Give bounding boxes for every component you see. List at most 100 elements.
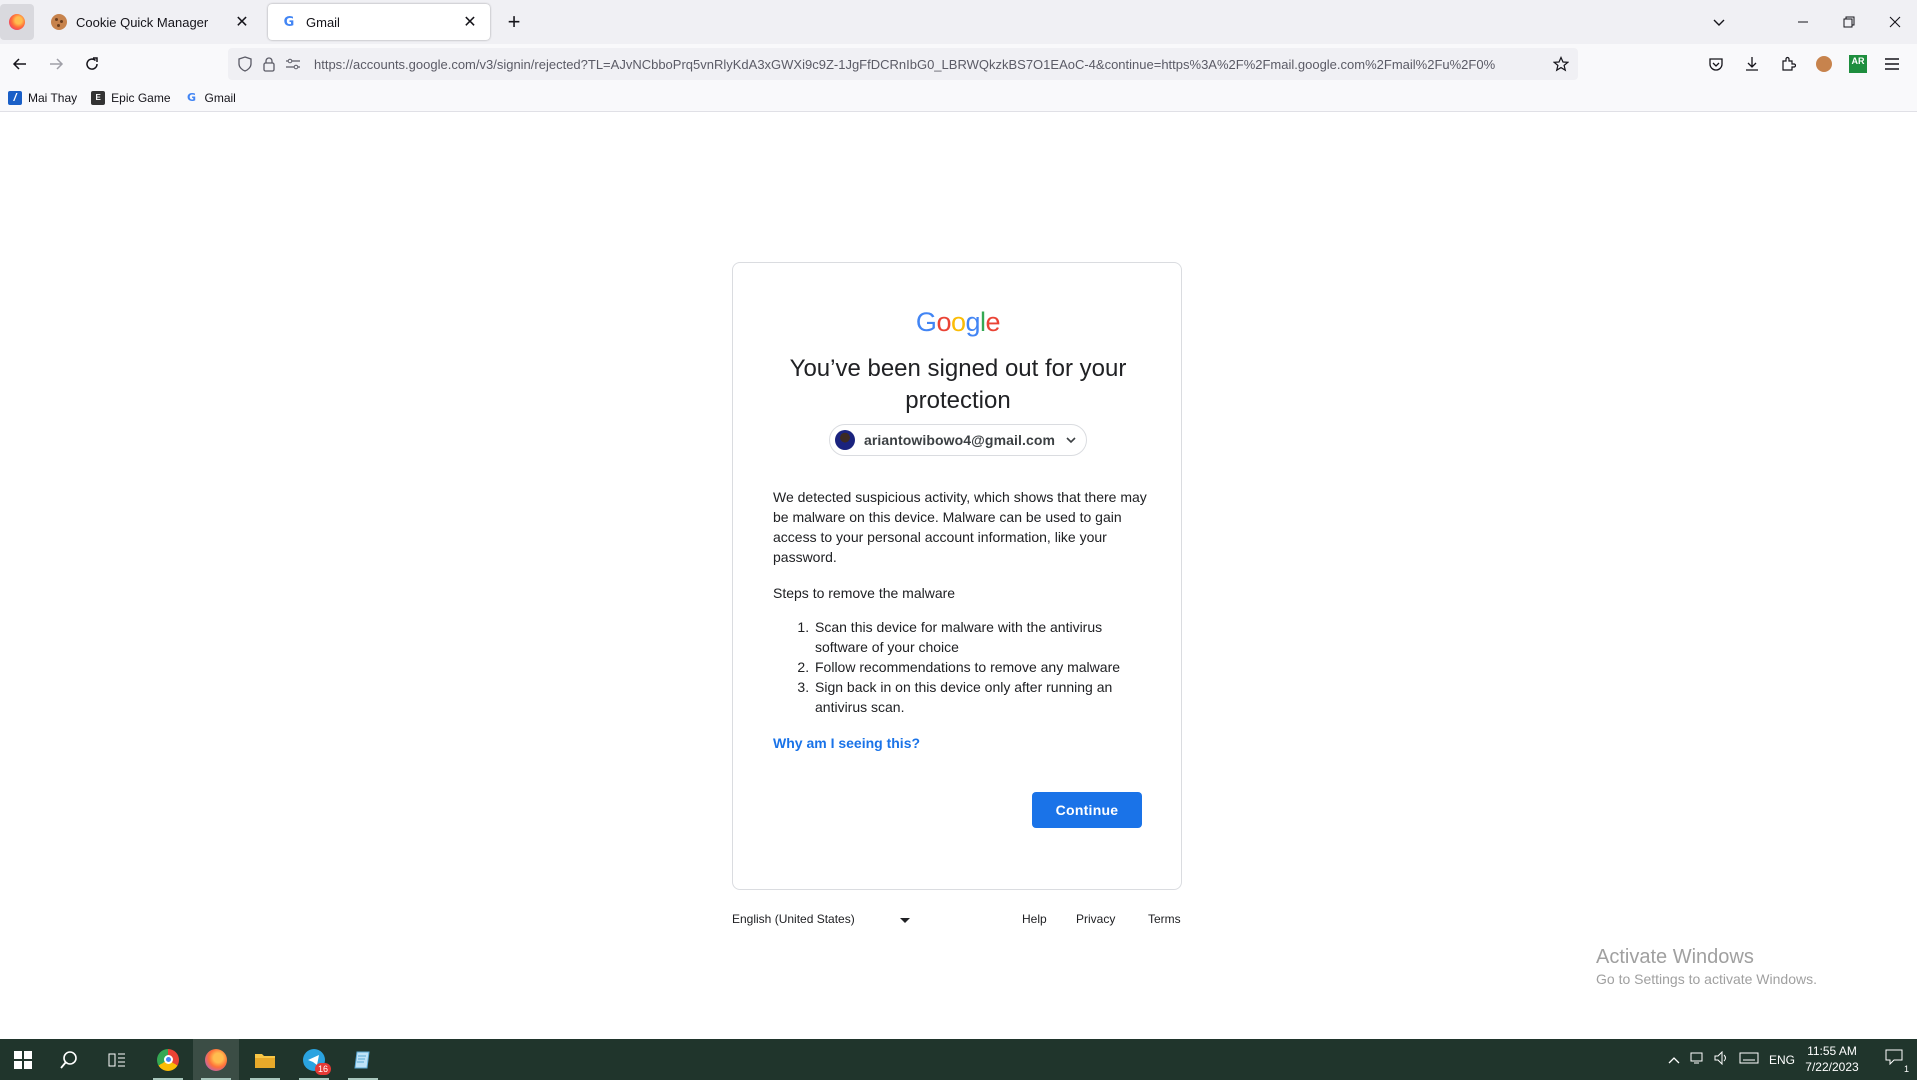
why-am-i-seeing-this-link[interactable]: Why am I seeing this?	[773, 735, 920, 751]
warning-paragraph: We detected suspicious activity, which s…	[773, 489, 1147, 565]
help-link[interactable]: Help	[1022, 912, 1047, 926]
notification-badge: 16	[314, 1062, 331, 1075]
action-center-button[interactable]: 1	[1871, 1039, 1917, 1080]
bookmark-epic-game[interactable]: E Epic Game	[91, 90, 171, 105]
chevron-down-icon	[1713, 19, 1725, 26]
extensions-button[interactable]	[1776, 52, 1800, 76]
firefox-icon	[9, 14, 25, 30]
account-chooser[interactable]: ariantowibowo4@gmail.com	[829, 424, 1087, 456]
new-tab-button[interactable]: +	[500, 8, 528, 36]
chrome-icon	[157, 1048, 179, 1071]
steps-heading: Steps to remove the malware	[773, 585, 956, 601]
privacy-link[interactable]: Privacy	[1076, 912, 1115, 926]
search-button[interactable]	[46, 1039, 92, 1080]
folder-icon	[255, 1053, 275, 1068]
url-bar[interactable]: https://accounts.google.com/v3/signin/re…	[228, 48, 1578, 80]
tab-gmail[interactable]: G Gmail ✕	[268, 4, 490, 40]
minimize-icon	[1798, 21, 1808, 23]
tab-title: Gmail	[306, 14, 340, 30]
windows-icon	[14, 1050, 32, 1069]
ar-extension-button[interactable]: AR	[1846, 52, 1870, 76]
bookmark-label: Epic Game	[111, 90, 171, 105]
back-button[interactable]	[6, 50, 34, 78]
bookmark-mai-thay[interactable]: / Mai Thay	[8, 90, 78, 105]
list-item: Sign back in on this device only after r…	[813, 677, 1148, 717]
notification-icon: 1	[1885, 1049, 1909, 1074]
url-text: https://accounts.google.com/v3/signin/re…	[314, 56, 1496, 72]
cookie-icon	[51, 14, 67, 30]
download-icon	[1746, 57, 1758, 71]
input-language[interactable]: ENG	[1764, 1053, 1800, 1067]
system-tray: ENG	[1662, 1039, 1800, 1080]
page-title: You’ve been signed out for your protecti…	[789, 355, 1127, 414]
avatar	[835, 430, 855, 450]
close-icon[interactable]: ✕	[458, 10, 482, 34]
list-all-tabs-button[interactable]	[1696, 0, 1742, 44]
lock-icon[interactable]	[258, 53, 280, 75]
cookie-icon	[1816, 56, 1832, 72]
bookmark-label: Gmail	[204, 90, 236, 105]
pocket-button[interactable]	[1704, 52, 1728, 76]
taskbar-file-explorer[interactable]	[242, 1039, 288, 1080]
notification-count: 1	[1903, 1064, 1909, 1074]
tab-cookie-quick-manager[interactable]: Cookie Quick Manager ✕	[38, 4, 262, 40]
reload-icon	[86, 57, 98, 70]
taskbar-chrome[interactable]	[145, 1039, 191, 1080]
steps-list: Scan this device for malware with the an…	[773, 617, 1148, 717]
search-icon	[60, 1050, 77, 1069]
puzzle-icon	[1782, 56, 1796, 71]
restore-button[interactable]	[1826, 0, 1872, 44]
network-icon[interactable]	[1686, 1051, 1710, 1068]
close-icon	[1889, 16, 1901, 28]
arrow-left-icon	[12, 58, 26, 70]
bookmarks-toolbar: / Mai Thay E Epic Game G Gmail	[0, 84, 1917, 112]
footer: English (United States) Help Privacy Ter…	[732, 912, 1182, 934]
epic-games-icon: E	[91, 90, 106, 105]
taskbar-telegram[interactable]: 16	[291, 1039, 337, 1080]
account-email: ariantowibowo4@gmail.com	[864, 432, 1056, 448]
restore-icon	[1843, 16, 1855, 28]
hamburger-menu-icon	[1885, 58, 1899, 70]
window-close-button[interactable]	[1872, 0, 1917, 44]
volume-icon[interactable]	[1710, 1050, 1734, 1068]
ar-extension-icon: AR	[1849, 55, 1867, 73]
taskbar-firefox[interactable]	[193, 1039, 239, 1080]
list-item: Scan this device for malware with the an…	[813, 617, 1148, 657]
chevron-down-icon	[1065, 434, 1077, 446]
minimize-button[interactable]	[1780, 0, 1826, 44]
task-view-icon	[108, 1053, 125, 1066]
clock-time: 11:55 AM	[1807, 1044, 1857, 1058]
bookmark-slash-icon: /	[8, 90, 22, 105]
arrow-right-icon	[50, 58, 64, 70]
task-view-button[interactable]	[94, 1039, 140, 1080]
taskbar-notepad[interactable]	[340, 1039, 386, 1080]
permissions-icon[interactable]	[282, 53, 304, 75]
telegram-icon: 16	[303, 1048, 331, 1075]
keyboard-icon[interactable]	[1734, 1052, 1764, 1067]
cookie-quick-manager-button[interactable]	[1812, 52, 1836, 76]
show-hidden-icons-chevron-icon[interactable]	[1662, 1053, 1686, 1067]
app-menu-button[interactable]	[1880, 52, 1904, 76]
reload-button[interactable]	[78, 50, 106, 78]
terms-link[interactable]: Terms	[1148, 912, 1181, 926]
start-button[interactable]	[0, 1039, 46, 1080]
activate-windows-subtitle: Go to Settings to activate Windows.	[1596, 971, 1817, 987]
clock[interactable]: 11:55 AM 7/22/2023	[1797, 1043, 1867, 1075]
bookmark-label: Mai Thay	[28, 90, 78, 105]
pocket-icon	[1709, 58, 1723, 71]
language-select[interactable]: English (United States)	[732, 912, 912, 926]
language-label: English (United States)	[732, 912, 855, 926]
continue-button[interactable]: Continue	[1032, 792, 1142, 828]
warning-body: We detected suspicious activity, which s…	[773, 487, 1148, 717]
firefox-view-button[interactable]	[0, 4, 34, 40]
bookmark-gmail[interactable]: G Gmail	[185, 91, 236, 105]
tracking-protection-shield-icon[interactable]	[234, 53, 256, 75]
forward-button[interactable]	[42, 50, 70, 78]
close-icon[interactable]: ✕	[230, 10, 254, 34]
notepad-icon	[354, 1051, 370, 1068]
taskbar: 16 ENG 11:55 AM 7/22/2023 1	[0, 1039, 1917, 1080]
downloads-button[interactable]	[1740, 52, 1764, 76]
dropdown-arrow-icon	[900, 918, 910, 923]
bookmark-star-icon[interactable]	[1550, 53, 1572, 75]
google-logo: Google	[915, 307, 1001, 337]
